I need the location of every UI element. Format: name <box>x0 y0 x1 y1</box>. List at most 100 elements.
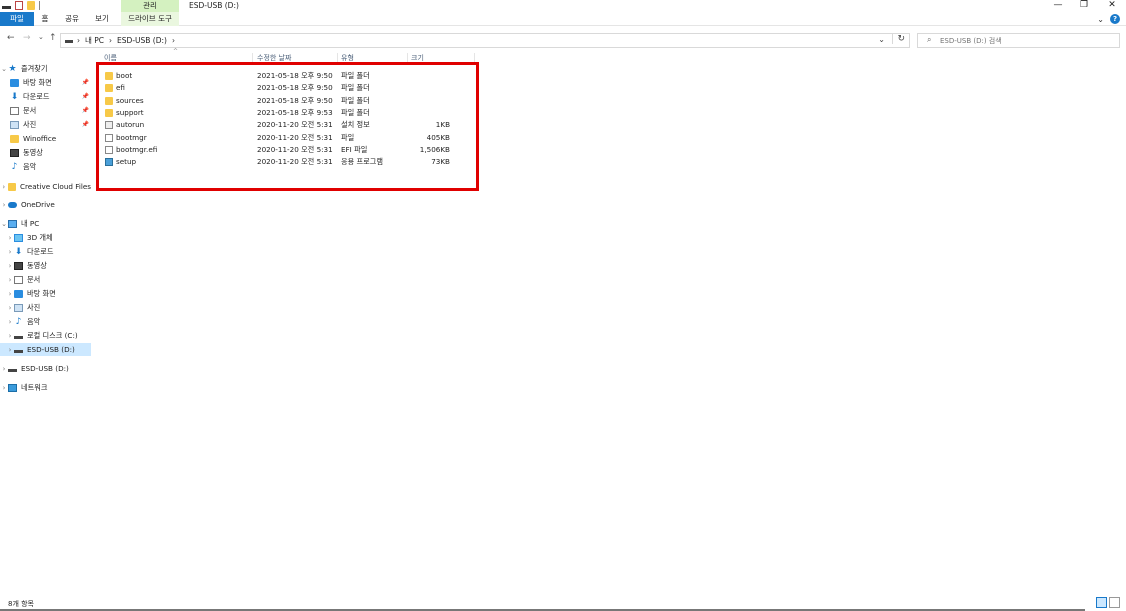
details-view-button[interactable] <box>1096 597 1107 608</box>
sidebar-item-videos[interactable]: 동영상 <box>0 146 91 159</box>
computer-icon <box>8 219 17 228</box>
drive-icon <box>14 349 23 353</box>
chevron-right-icon[interactable]: › <box>0 183 8 191</box>
sidebar-item-label: OneDrive <box>21 200 55 209</box>
sidebar-item-label: 다운로드 <box>23 91 50 101</box>
chevron-down-icon[interactable]: ⌄ <box>0 220 8 228</box>
sidebar-item-label: 문서 <box>23 105 37 115</box>
sidebar-item-desktop-pc[interactable]: › 바탕 화면 <box>0 287 91 300</box>
sidebar-item-network[interactable]: › 네트워크 <box>0 381 91 394</box>
tab-file[interactable]: 파일 <box>0 12 34 26</box>
large-icons-view-button[interactable] <box>1109 597 1120 608</box>
pin-icon[interactable]: 📌 <box>82 121 89 128</box>
picture-icon <box>14 303 23 312</box>
title-bar: 관리 ESD-USB (D:) — ❐ ✕ <box>0 0 1126 12</box>
chevron-right-icon[interactable]: › <box>6 262 14 270</box>
breadcrumb-this-pc[interactable]: 내 PC <box>85 35 104 47</box>
tab-share[interactable]: 공유 <box>60 12 84 26</box>
chevron-right-icon[interactable]: › <box>6 248 14 256</box>
chevron-down-icon[interactable]: ⌄ <box>1097 15 1104 24</box>
sidebar-item-this-pc[interactable]: ⌄ 내 PC <box>0 217 91 230</box>
pin-icon[interactable]: 📌 <box>82 107 89 114</box>
3d-objects-icon <box>14 233 23 242</box>
sidebar-item-label: 다운로드 <box>27 246 54 256</box>
chevron-right-icon[interactable]: › <box>0 365 8 373</box>
breadcrumb-separator[interactable]: › <box>109 35 112 47</box>
search-input[interactable] <box>940 35 1115 46</box>
item-count: 8개 항목 <box>8 600 34 608</box>
help-icon[interactable]: ? <box>1110 14 1120 24</box>
chevron-right-icon[interactable]: › <box>0 201 8 209</box>
sidebar-item-music-pc[interactable]: › ♪ 음악 <box>0 315 91 328</box>
sidebar-item-downloads-pc[interactable]: › ⬇ 다운로드 <box>0 245 91 258</box>
properties-icon[interactable] <box>15 1 23 10</box>
star-icon: ★ <box>8 63 17 74</box>
sidebar-item-pictures-pc[interactable]: › 사진 <box>0 301 91 314</box>
chevron-right-icon[interactable]: › <box>6 290 14 298</box>
navigation-pane: ⌄ ★ 즐겨찾기 바탕 화면 📌 ⬇ 다운로드 📌 문서 📌 사진 📌 Wino… <box>0 52 96 597</box>
sidebar-item-usb-drive[interactable]: › ESD-USB (D:) <box>0 362 91 375</box>
sidebar-item-label: 사진 <box>27 302 41 312</box>
download-icon: ⬇ <box>14 246 23 257</box>
pin-icon[interactable]: 📌 <box>82 79 89 86</box>
chevron-right-icon[interactable]: › <box>6 276 14 284</box>
minimize-button[interactable]: — <box>1045 0 1071 12</box>
sidebar-item-3d-objects[interactable]: › 3D 개체 <box>0 231 91 244</box>
tab-drive-tools[interactable]: 드라이브 도구 <box>121 12 179 26</box>
sidebar-item-label: ESD-USB (D:) <box>21 364 69 373</box>
tab-home[interactable]: 홈 <box>36 12 54 26</box>
sidebar-item-label: 즐겨찾기 <box>21 63 48 73</box>
video-icon <box>10 148 19 157</box>
music-icon: ♪ <box>15 316 22 327</box>
tab-view[interactable]: 보기 <box>90 12 114 26</box>
sidebar-item-label: Winoffice <box>23 134 57 143</box>
new-folder-icon[interactable] <box>27 1 35 10</box>
refresh-icon[interactable]: ↻ <box>892 34 905 44</box>
breadcrumb-usb-drive[interactable]: ESD-USB (D:) <box>117 35 167 47</box>
forward-arrow-icon[interactable]: → <box>23 33 31 43</box>
desktop-icon <box>14 289 23 298</box>
address-dropdown-icon[interactable]: ⌄ <box>878 35 885 44</box>
chevron-right-icon[interactable]: › <box>0 384 8 392</box>
sidebar-item-desktop[interactable]: 바탕 화면 📌 <box>0 76 91 89</box>
sidebar-item-creative-cloud[interactable]: › Creative Cloud Files <box>0 180 91 193</box>
highlight-box <box>96 62 479 191</box>
search-icon: ⌕ <box>927 35 932 44</box>
chevron-right-icon[interactable]: › <box>6 304 14 312</box>
maximize-button[interactable]: ❐ <box>1071 0 1097 12</box>
back-arrow-icon[interactable]: ← <box>7 33 15 43</box>
breadcrumb-separator[interactable]: › <box>77 35 80 47</box>
folder-icon <box>10 134 19 143</box>
chevron-right-icon[interactable]: › <box>6 234 14 242</box>
sidebar-item-documents[interactable]: 문서 📌 <box>0 104 91 117</box>
sidebar-item-pictures[interactable]: 사진 📌 <box>0 118 91 131</box>
navigation-bar: ← → ⌄ ↑ › 내 PC › ESD-USB (D:) › ⌄ ↻ ⌕ <box>0 30 1126 50</box>
sidebar-item-downloads[interactable]: ⬇ 다운로드 📌 <box>0 90 91 103</box>
quick-access-toolbar <box>2 1 40 10</box>
sidebar-item-label: 3D 개체 <box>27 232 53 242</box>
chevron-down-icon[interactable]: ⌄ <box>0 65 8 73</box>
drive-icon <box>65 40 73 43</box>
sort-ascending-icon: ^ <box>173 48 179 55</box>
close-button[interactable]: ✕ <box>1099 0 1125 12</box>
sidebar-item-onedrive[interactable]: › OneDrive <box>0 198 91 211</box>
ribbon-tabs: 파일 홈 공유 보기 드라이브 도구 ⌄ ? <box>0 12 1126 26</box>
chevron-right-icon[interactable]: › <box>6 332 14 340</box>
sidebar-quick-access[interactable]: ⌄ ★ 즐겨찾기 <box>0 62 91 75</box>
search-box[interactable]: ⌕ <box>917 33 1120 48</box>
sidebar-item-esd-usb-d[interactable]: › ESD-USB (D:) <box>0 343 91 356</box>
recent-locations-icon[interactable]: ⌄ <box>38 33 44 41</box>
sidebar-item-label: ESD-USB (D:) <box>27 345 75 354</box>
breadcrumb-separator[interactable]: › <box>172 35 175 47</box>
sidebar-item-documents-pc[interactable]: › 문서 <box>0 273 91 286</box>
sidebar-item-winoffice[interactable]: Winoffice <box>0 132 91 145</box>
sidebar-item-local-disk-c[interactable]: › 로컬 디스크 (C:) <box>0 329 91 342</box>
sidebar-item-music[interactable]: ♪ 음악 <box>0 160 91 173</box>
address-bar[interactable]: › 내 PC › ESD-USB (D:) › ⌄ ↻ <box>60 33 910 48</box>
sidebar-item-videos-pc[interactable]: › 동영상 <box>0 259 91 272</box>
pin-icon[interactable]: 📌 <box>82 93 89 100</box>
up-arrow-icon[interactable]: ↑ <box>49 33 57 43</box>
chevron-right-icon[interactable]: › <box>6 346 14 354</box>
sidebar-item-label: 바탕 화면 <box>27 288 56 298</box>
chevron-right-icon[interactable]: › <box>6 318 14 326</box>
